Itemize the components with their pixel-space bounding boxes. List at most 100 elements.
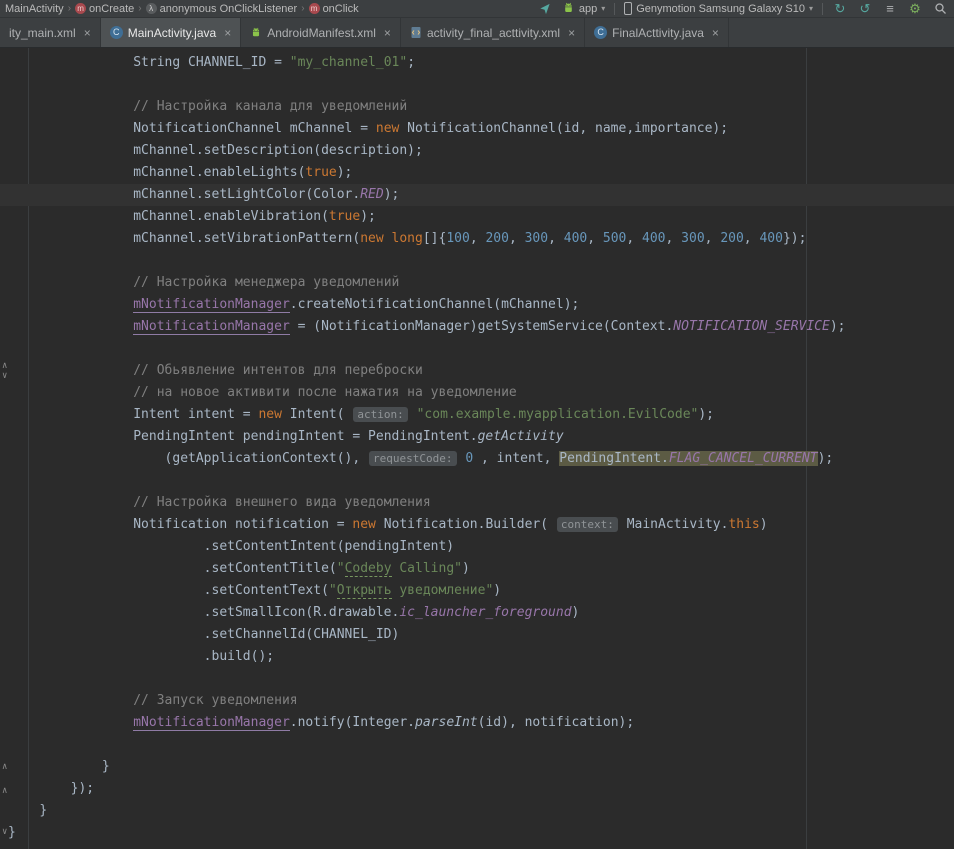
code-line[interactable]: // Настройка внешнего вида уведомления [0,492,954,514]
code-line[interactable]: } [0,756,954,778]
close-icon[interactable]: × [84,26,91,40]
editor-tab[interactable]: CFinalActtivity.java× [585,18,729,47]
editor-tab[interactable]: AndroidManifest.xml× [241,18,401,47]
code-line[interactable]: .setContentText("Открыть уведомление") [0,580,954,602]
breadcrumb-item[interactable]: λanonymous OnClickListener [143,3,301,15]
breadcrumb-item[interactable]: MainActivity [2,3,67,15]
device-dropdown[interactable]: Genymotion Samsung Galaxy S10 ▾ [624,2,813,15]
code-token: , [705,231,721,246]
search-icon[interactable] [932,1,948,17]
code-token: ; [407,55,415,70]
code-token: mNotificationManager [133,715,290,731]
list-icon[interactable]: ≡ [882,1,898,17]
code-token: .notify(Integer. [290,715,415,730]
breadcrumb-item[interactable]: monClick [306,3,362,15]
code-line[interactable]: PendingIntent pendingIntent = PendingInt… [0,426,954,448]
code-line[interactable]: // Настройка менеджера уведомлений [0,272,954,294]
run-configuration-dropdown[interactable]: app ▾ [562,2,605,15]
code-token: , [509,231,525,246]
code-line[interactable]: Intent intent = new Intent( action: "com… [0,404,954,426]
close-icon[interactable]: × [568,26,575,40]
code-line[interactable]: mChannel.setVibrationPattern(new long[]{… [0,228,954,250]
code-line[interactable] [0,734,954,756]
code-editor[interactable]: ∧∨∧∧∨ String CHANNEL_ID = "my_channel_01… [0,48,954,849]
code-token: // Настройка внешнего вида уведомления [133,495,430,510]
code-token: ) [760,517,768,532]
code-token: , [744,231,760,246]
code-line[interactable]: mChannel.enableVibration(true); [0,206,954,228]
sync-icon[interactable]: ↻ [832,1,848,17]
code-line[interactable] [0,250,954,272]
code-line[interactable]: Notification notification = new Notifica… [0,514,954,536]
code-line[interactable]: .setContentTitle("Codeby Calling") [0,558,954,580]
code-token: mNotificationManager [133,297,290,313]
code-token: String CHANNEL_ID = [133,55,290,70]
code-token: getActivity [478,429,564,444]
code-line[interactable] [0,74,954,96]
editor-tabs: ity_main.xml×CMainActivity.java×AndroidM… [0,18,954,48]
code-token: long [392,231,423,246]
code-line[interactable]: // на новое активити после нажатия на ув… [0,382,954,404]
code-line[interactable]: mChannel.enableLights(true); [0,162,954,184]
code-token: , [470,231,486,246]
code-token: .setContentIntent(pendingIntent) [204,539,454,554]
code-line[interactable] [0,470,954,492]
code-token: } [8,825,16,840]
restart-activity-icon[interactable]: ↺ [857,1,873,17]
code-token: mChannel.setLightColor(Color. [133,187,360,202]
code-line[interactable]: mChannel.setDescription(description); [0,140,954,162]
code-line[interactable]: (getApplicationContext(), requestCode: 0… [0,448,954,470]
code-line[interactable]: mNotificationManager = (NotificationMana… [0,316,954,338]
code-line[interactable]: } [0,822,954,844]
code-line[interactable]: .setChannelId(CHANNEL_ID) [0,624,954,646]
close-icon[interactable]: × [712,26,719,40]
editor-tab[interactable]: activity_final_acttivity.xml× [401,18,585,47]
code-line[interactable]: mNotificationManager.notify(Integer.pars… [0,712,954,734]
code-line[interactable]: mChannel.setLightColor(Color.RED); [0,184,954,206]
code-token: new [360,231,383,246]
navigate-back-icon[interactable] [537,1,553,17]
code-token: PendingIntent. [559,451,669,466]
close-icon[interactable]: × [384,26,391,40]
code-line[interactable]: }); [0,778,954,800]
code-token: Intent( [282,407,352,422]
editor-tab[interactable]: C MainActivity.java × [101,18,242,47]
gear-icon[interactable]: ⚙ [907,1,923,17]
code-token: mChannel.enableLights( [133,165,305,180]
code-token: 400 [564,231,587,246]
code-line[interactable]: // Запуск уведомления [0,690,954,712]
code-token: , [666,231,682,246]
java-class-icon: C [594,26,607,39]
code-line[interactable]: // Обьявление интентов для переброски [0,360,954,382]
code-line[interactable]: mNotificationManager.createNotificationC… [0,294,954,316]
anonymous-class-icon: λ [146,3,157,14]
editor-tab[interactable]: ity_main.xml× [0,18,101,47]
code-line[interactable]: .setSmallIcon(R.drawable.ic_launcher_for… [0,602,954,624]
ide-window: MainActivity›monCreate›λanonymous OnClic… [0,0,954,849]
code-line[interactable] [0,338,954,360]
code-token: "my_channel_01" [290,55,407,70]
code-area[interactable]: String CHANNEL_ID = "my_channel_01"; // … [0,48,954,844]
code-token: .build(); [204,649,274,664]
code-line[interactable]: .setContentIntent(pendingIntent) [0,536,954,558]
breadcrumb-label: anonymous OnClickListener [160,3,298,15]
breadcrumb: MainActivity›monCreate›λanonymous OnClic… [2,3,362,15]
breadcrumb-item[interactable]: monCreate [72,3,137,15]
close-icon[interactable]: × [224,26,231,40]
code-token: Calling" [392,561,462,576]
code-token: mNotificationManager [133,319,290,335]
tab-label: MainActivity.java [128,26,216,40]
code-token: ) [493,583,501,598]
code-line[interactable]: String CHANNEL_ID = "my_channel_01"; [0,52,954,74]
code-token: // Настройка менеджера уведомлений [133,275,399,290]
code-line[interactable]: } [0,800,954,822]
code-token: Открыть [337,583,392,599]
code-line[interactable]: // Настройка канала для уведомлений [0,96,954,118]
code-line[interactable]: .build(); [0,646,954,668]
code-token: mChannel.setVibrationPattern( [133,231,360,246]
toolbar-actions: app ▾ Genymotion Samsung Galaxy S10 ▾ ↻ … [537,1,948,17]
java-class-icon: C [110,26,123,39]
toolbar-divider [822,3,823,15]
code-line[interactable] [0,668,954,690]
code-line[interactable]: NotificationChannel mChannel = new Notif… [0,118,954,140]
